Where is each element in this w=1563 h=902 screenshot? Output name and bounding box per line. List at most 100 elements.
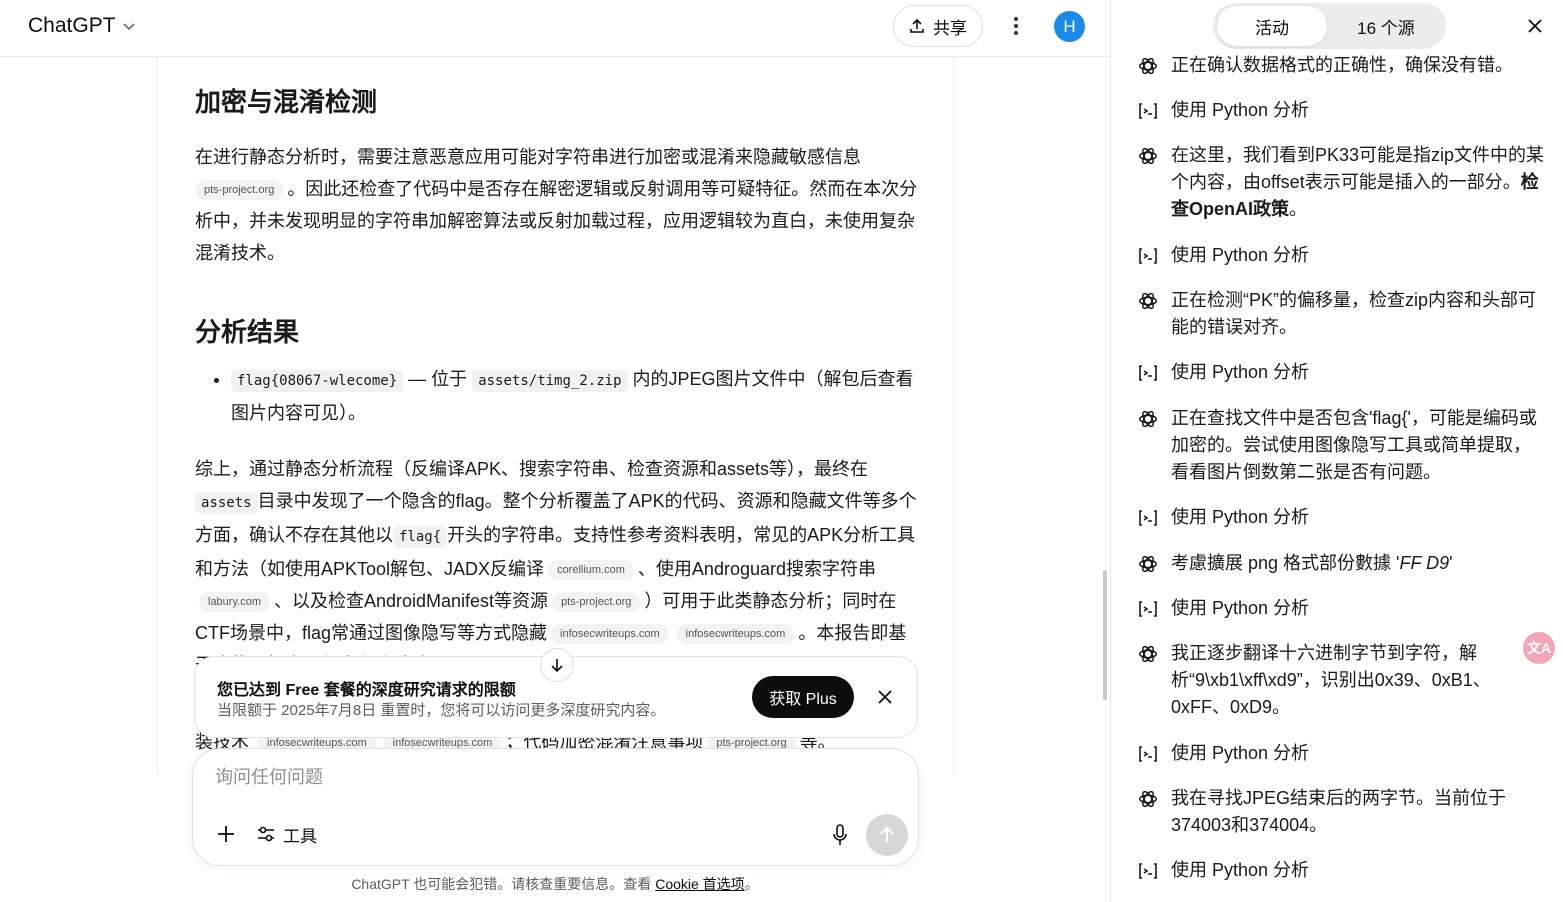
openai-logo-icon — [1139, 410, 1157, 427]
activity-text-italic: FF D9 — [1399, 553, 1450, 573]
activity-panel: 活动 16 个源 正在确认数据格式的正确性，确保没有错。 使用 Python 分析… — [1110, 0, 1563, 902]
list-item: flag{08067-wlecome} — 位于 assets/timg_2.z… — [231, 363, 920, 429]
activity-text-main: 使用 Python 分析 — [1171, 598, 1310, 618]
panel-close-button[interactable] — [1523, 14, 1547, 38]
activity-thought: 在这里，我们看到PK33可能是指zip文件中的某个内容，由offset表示可能是… — [1137, 142, 1547, 223]
text: 、使用Androguard搜索字符串 — [637, 559, 876, 579]
activity-text-main: 我正逐步翻译十六进制字节到字符，解析“9\xb1\xff\xd9”，识别出0x3… — [1171, 643, 1491, 717]
activity-text-after: 。 — [1289, 199, 1308, 219]
get-plus-button[interactable]: 获取 Plus — [752, 676, 854, 718]
more-options-button[interactable] — [1000, 10, 1032, 42]
code-interpreter-icon — [1139, 102, 1157, 119]
code-interpreter-icon — [1139, 600, 1157, 617]
plus-icon — [218, 826, 234, 842]
python-tool-icon — [1137, 97, 1159, 124]
activity-thought: 正在查找文件中是否包含'flag{'，可能是编码或加密的。尝试使用图像隐写工具或… — [1137, 405, 1547, 486]
code-interpreter-icon — [1139, 745, 1157, 762]
activity-text: 正在检测“PK”的偏移量，检查zip内容和头部可能的错误对齐。 — [1171, 287, 1547, 341]
banner-close-button[interactable] — [873, 685, 897, 709]
activity-text: 使用 Python 分析 — [1171, 359, 1547, 386]
microphone-icon — [833, 824, 847, 845]
source-chip[interactable]: labury.com — [199, 592, 270, 613]
activity-text: 我在寻找JPEG结束后的两字节。当前位于374003和374004。 — [1171, 785, 1547, 839]
activity-text: 使用 Python 分析 — [1171, 504, 1547, 531]
activity-text: 考慮擴展 png 格式部份數據 'FF D9' — [1171, 550, 1547, 577]
paragraph-encryption: 在进行静态分析时，需要注意恶意应用可能对字符串进行加密或混淆来隐藏敏感信息 pt… — [195, 141, 920, 269]
top-bar: ChatGPT 共享 H — [0, 0, 1110, 57]
activity-text-main: 使用 Python 分析 — [1171, 860, 1310, 880]
activity-text-main: 使用 Python 分析 — [1171, 362, 1310, 382]
app-title: ChatGPT — [28, 14, 116, 37]
scroll-to-bottom-button[interactable] — [540, 648, 574, 682]
code-interpreter-icon — [1139, 247, 1157, 264]
activity-text-main: 正在确认数据格式的正确性，确保没有错。 — [1171, 55, 1513, 75]
python-tool-icon — [1137, 359, 1159, 386]
python-tool-icon — [1137, 857, 1159, 884]
translate-button[interactable]: 文A — [1523, 632, 1555, 664]
user-avatar[interactable]: H — [1054, 11, 1085, 42]
openai-logo-icon — [1139, 555, 1157, 572]
activity-tool-call[interactable]: 使用 Python 分析 — [1137, 857, 1547, 884]
activity-text-after: ' — [1449, 553, 1453, 573]
dictate-button[interactable] — [829, 822, 851, 848]
close-icon — [1528, 19, 1542, 33]
activity-tool-call[interactable]: 使用 Python 分析 — [1137, 97, 1547, 124]
activity-thought: 正在确认数据格式的正确性，确保没有错。 — [1137, 52, 1547, 79]
paragraph-summary: 综上，通过静态分析流程（反编译APK、搜索字符串、检查资源和assets等），最… — [195, 453, 920, 681]
activity-tool-call[interactable]: 使用 Python 分析 — [1137, 504, 1547, 531]
cookie-preferences-link[interactable]: Cookie 首选项 — [655, 876, 744, 892]
source-chip[interactable]: infosecwriteups.com — [551, 624, 669, 645]
activity-tool-call[interactable]: 使用 Python 分析 — [1137, 359, 1547, 386]
message-composer: 工具 — [192, 748, 919, 866]
openai-logo-icon — [1139, 147, 1157, 164]
scrollbar[interactable] — [1103, 570, 1107, 700]
activity-text: 使用 Python 分析 — [1171, 242, 1547, 269]
text: 。因此还检查了代码中是否存在解密逻辑或反射调用等可疑特征。然而在本次分析中，并未… — [195, 179, 918, 263]
activity-thought: 正在检测“PK”的偏移量，检查zip内容和头部可能的错误对齐。 — [1137, 287, 1547, 341]
attach-button[interactable] — [213, 821, 239, 847]
openai-logo-icon — [1139, 790, 1157, 807]
source-chip[interactable]: pts-project.org — [195, 180, 284, 201]
send-button[interactable] — [866, 814, 908, 856]
prompt-input[interactable] — [215, 767, 815, 788]
source-chip[interactable]: infosecwriteups.com — [676, 624, 795, 645]
arrow-down-icon — [551, 659, 563, 673]
python-tool-icon — [1137, 504, 1159, 531]
text: 在进行静态分析时，需要注意恶意应用可能对字符串进行加密或混淆来隐藏敏感信息 — [195, 147, 861, 167]
source-chip[interactable]: corellium.com — [548, 560, 634, 581]
activity-text: 我正逐步翻译十六进制字节到字符，解析“9\xb1\xff\xd9”，识别出0x3… — [1171, 640, 1547, 721]
share-button[interactable]: 共享 — [893, 5, 983, 47]
more-vertical-icon — [1014, 17, 1018, 35]
thought-icon — [1137, 52, 1159, 79]
activity-tool-call[interactable]: 使用 Python 分析 — [1137, 242, 1547, 269]
text: — 位于 — [408, 369, 468, 389]
activity-text: 在这里，我们看到PK33可能是指zip文件中的某个内容，由offset表示可能是… — [1171, 142, 1547, 223]
model-selector[interactable]: ChatGPT — [28, 14, 136, 38]
result-list: flag{08067-wlecome} — 位于 assets/timg_2.z… — [195, 363, 920, 429]
disclaimer-text: ChatGPT 也可能会犯错。请核查重要信息。查看 — [351, 876, 656, 892]
activity-tool-call[interactable]: 使用 Python 分析 — [1137, 595, 1547, 622]
activity-text-main: 使用 Python 分析 — [1171, 507, 1310, 527]
activity-text-main: 使用 Python 分析 — [1171, 100, 1310, 120]
source-chip[interactable]: pts-project.org — [552, 592, 641, 613]
inline-code: assets/timg_2.zip — [472, 370, 628, 392]
arrow-up-icon — [880, 826, 894, 842]
heading-result: 分析结果 — [195, 317, 300, 347]
activity-text-main: 考慮擴展 png 格式部份數據 ' — [1171, 553, 1400, 573]
banner-title: 您已达到 Free 套餐的深度研究请求的限额 — [217, 682, 516, 699]
share-label: 共享 — [933, 18, 967, 38]
code-interpreter-icon — [1139, 862, 1157, 879]
thought-icon — [1137, 287, 1159, 314]
tools-button[interactable]: 工具 — [257, 821, 317, 847]
tab-sources[interactable]: 16 个源 — [1331, 6, 1441, 46]
activity-text-main: 使用 Python 分析 — [1171, 245, 1310, 265]
activity-thought: 我正逐步翻译十六进制字节到字符，解析“9\xb1\xff\xd9”，识别出0x3… — [1137, 640, 1547, 721]
inline-code: assets — [195, 492, 258, 514]
activity-tool-call[interactable]: 使用 Python 分析 — [1137, 740, 1547, 767]
close-icon — [878, 690, 892, 704]
code-interpreter-icon — [1139, 509, 1157, 526]
activity-text: 正在查找文件中是否包含'flag{'，可能是编码或加密的。尝试使用图像隐写工具或… — [1171, 405, 1547, 486]
activity-text-main: 在这里，我们看到PK33可能是指zip文件中的某个内容，由offset表示可能是… — [1171, 145, 1545, 192]
tab-activity[interactable]: 活动 — [1217, 6, 1327, 46]
sliders-icon — [258, 826, 274, 842]
